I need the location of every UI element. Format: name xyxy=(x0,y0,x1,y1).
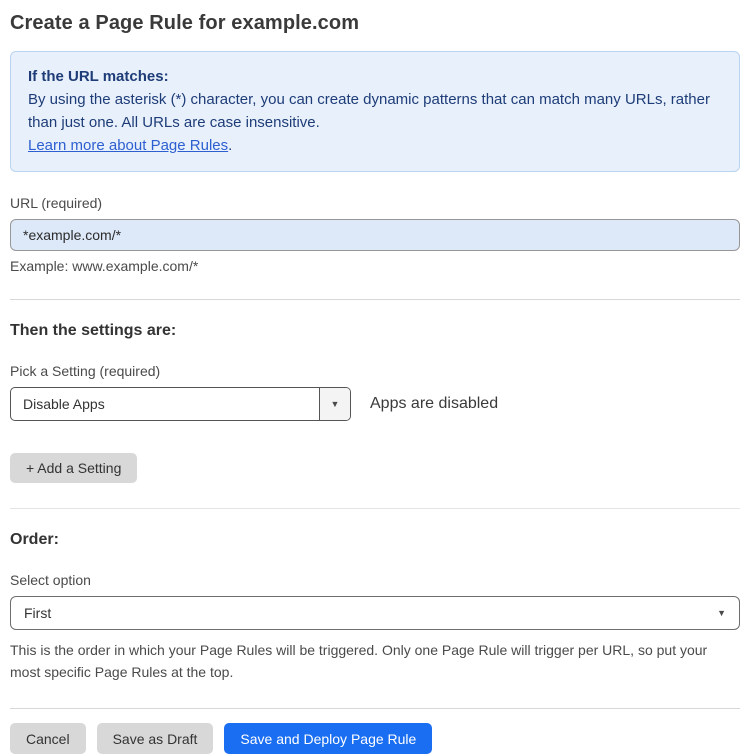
order-section-heading: Order: xyxy=(10,531,59,548)
learn-more-link[interactable]: Learn more about Page Rules xyxy=(28,137,228,154)
save-as-draft-button[interactable]: Save as Draft xyxy=(96,723,214,754)
url-field-label: URL (required) xyxy=(10,195,103,211)
order-helper-text: This is the order in which your Page Rul… xyxy=(10,642,708,680)
chevron-down-icon[interactable]: ▼ xyxy=(319,388,350,420)
pick-setting-dropdown-value: Disable Apps xyxy=(23,396,105,412)
footer-divider xyxy=(10,708,740,709)
setting-status-text: Apps are disabled xyxy=(370,395,499,412)
pick-setting-dropdown[interactable]: Disable Apps ▼ xyxy=(10,387,351,421)
url-field-helper: Example: www.example.com/* xyxy=(10,258,199,274)
page-title: Create a Page Rule for example.com xyxy=(10,12,360,34)
footer-actions: Cancel Save as Draft Save and Deploy Pag… xyxy=(10,723,740,754)
info-box-link-line: Learn more about Page Rules. xyxy=(28,134,722,157)
order-select-dropdown[interactable]: First ▼ xyxy=(10,596,740,630)
add-setting-button[interactable]: + Add a Setting xyxy=(10,453,138,483)
save-and-deploy-button[interactable]: Save and Deploy Page Rule xyxy=(224,723,433,754)
section-divider xyxy=(10,299,740,300)
order-select-value: First xyxy=(24,605,52,621)
cancel-button[interactable]: Cancel xyxy=(10,723,86,754)
info-box-heading: If the URL matches: xyxy=(28,68,169,85)
chevron-down-icon: ▼ xyxy=(717,608,726,618)
section-divider xyxy=(10,508,740,509)
link-suffix-text: . xyxy=(228,137,233,154)
setting-row: Disable Apps ▼ Apps are disabled xyxy=(10,387,740,421)
pick-setting-label: Pick a Setting (required) xyxy=(10,363,161,379)
info-box-body: By using the asterisk (*) character, you… xyxy=(28,91,710,131)
url-input[interactable] xyxy=(10,219,740,251)
order-select-label: Select option xyxy=(10,572,91,588)
settings-section-heading: Then the settings are: xyxy=(10,322,177,339)
url-match-info-box: If the URL matches: By using the asteris… xyxy=(10,51,740,172)
